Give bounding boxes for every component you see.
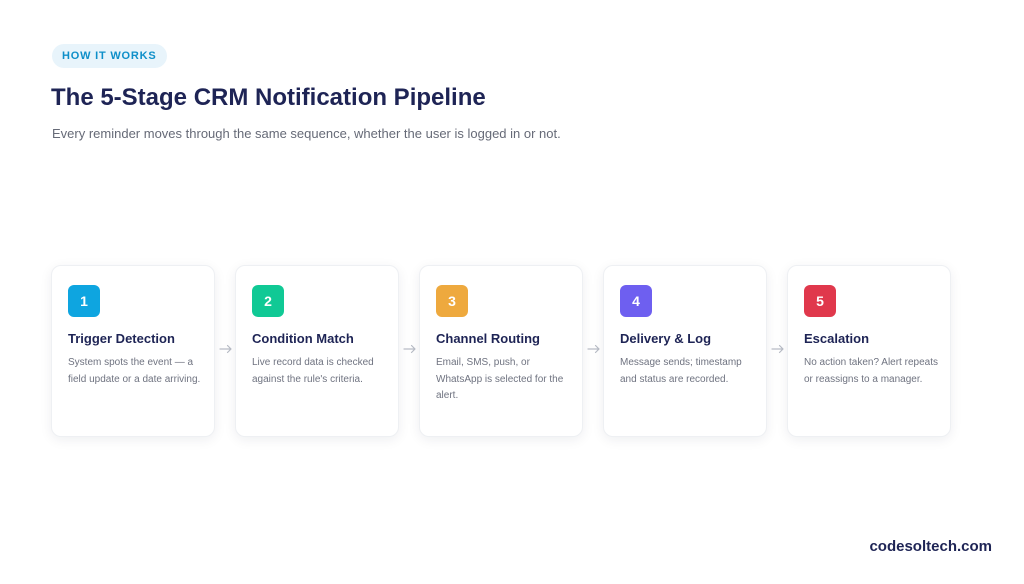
stage-description: Message sends; timestamp and status are … [620, 357, 742, 385]
arrow-right-icon [219, 344, 232, 354]
stage-card-delivery-log: 4 Delivery & Log Message sends; timestam… [603, 265, 767, 437]
stage-card-condition-match: 2 Condition Match Live record data is ch… [235, 265, 399, 437]
brand-wordmark: codesoltech.com [869, 538, 992, 555]
arrow-right-icon [403, 344, 416, 354]
stage-description: Email, SMS, push, or WhatsApp is selecte… [436, 357, 564, 401]
stage-card-channel-routing: 3 Channel Routing Email, SMS, push, or W… [419, 265, 583, 437]
stage-description: No action taken? Alert repeats or reassi… [804, 357, 938, 385]
stage-number-badge: 4 [620, 285, 652, 317]
stage-name: Escalation [804, 331, 870, 346]
stage-card-trigger-detection: 1 Trigger Detection System spots the eve… [51, 265, 215, 437]
stage-card-escalation: 5 Escalation No action taken? Alert repe… [787, 265, 951, 437]
pipeline-stages: 1 Trigger Detection System spots the eve… [0, 0, 1024, 584]
stage-number-badge: 2 [252, 285, 284, 317]
stage-description: System spots the event — a field update … [68, 357, 201, 385]
stage-number-badge: 3 [436, 285, 468, 317]
arrow-right-icon [587, 344, 600, 354]
stage-name: Trigger Detection [68, 331, 175, 346]
stage-name: Delivery & Log [620, 331, 712, 346]
stage-description: Live record data is checked against the … [252, 357, 374, 385]
stage-name: Condition Match [252, 331, 354, 346]
stage-number-badge: 1 [68, 285, 100, 317]
stage-number-badge: 5 [804, 285, 836, 317]
arrow-right-icon [771, 344, 784, 354]
stage-name: Channel Routing [436, 331, 540, 346]
